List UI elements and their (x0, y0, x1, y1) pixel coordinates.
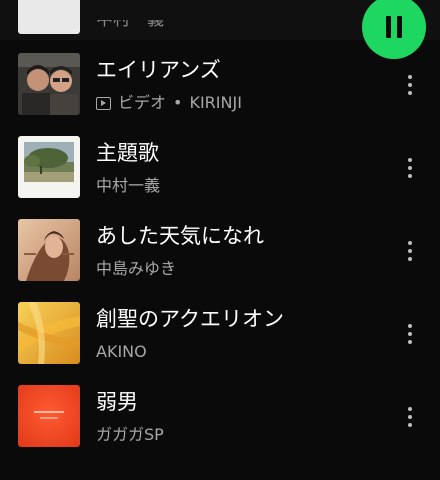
track-row[interactable]: 主題歌 中村一義 (0, 136, 440, 219)
album-art (18, 136, 80, 198)
pause-icon (386, 16, 402, 38)
track-subtitle: AKINO (96, 342, 147, 362)
track-row[interactable]: 創聖のアクエリオン AKINO (0, 302, 440, 385)
track-title: 創聖のアクエリオン (96, 307, 284, 331)
track-artist: KIRINJI (189, 93, 242, 112)
more-options-icon[interactable] (398, 69, 422, 101)
album-art (18, 53, 80, 115)
track-row[interactable]: 弱男 ガガガSP (0, 385, 440, 468)
track-subtitle: 中島みゆき (96, 259, 176, 279)
playlist-screen: 中村一義 エイリアンズ ビデオ • KIRINJI 主題歌 中村一義 あした天気… (0, 0, 440, 480)
more-options-icon[interactable] (398, 152, 422, 184)
track-artist: AKINO (96, 342, 147, 361)
video-label: ビデオ (118, 93, 167, 112)
track-artist: 中村一義 (96, 176, 161, 195)
track-title: 主題歌 (96, 141, 159, 165)
track-subtitle: ビデオ • KIRINJI (96, 93, 242, 113)
more-options-icon[interactable] (398, 235, 422, 267)
more-options-icon[interactable] (398, 318, 422, 350)
video-icon (96, 96, 111, 110)
track-subtitle: ガガガSP (96, 425, 164, 445)
pause-button[interactable] (362, 0, 426, 59)
track-artist: ガガガSP (96, 425, 164, 444)
album-art (18, 219, 80, 281)
track-row[interactable]: あした天気になれ 中島みゆき (0, 219, 440, 302)
track-artist: 中村一義 (96, 10, 164, 30)
album-art (18, 302, 80, 364)
track-artist: 中島みゆき (96, 259, 177, 278)
track-subtitle: 中村一義 (96, 176, 160, 196)
more-options-icon[interactable] (398, 401, 422, 433)
track-title: あした天気になれ (96, 224, 264, 248)
track-title: 弱男 (96, 390, 138, 414)
track-row[interactable]: エイリアンズ ビデオ • KIRINJI (0, 53, 440, 136)
separator-dot: • (173, 93, 183, 112)
album-art (18, 0, 80, 34)
track-title: エイリアンズ (96, 58, 221, 82)
album-art (18, 385, 80, 447)
track-list: エイリアンズ ビデオ • KIRINJI 主題歌 中村一義 あした天気になれ 中… (0, 53, 440, 468)
